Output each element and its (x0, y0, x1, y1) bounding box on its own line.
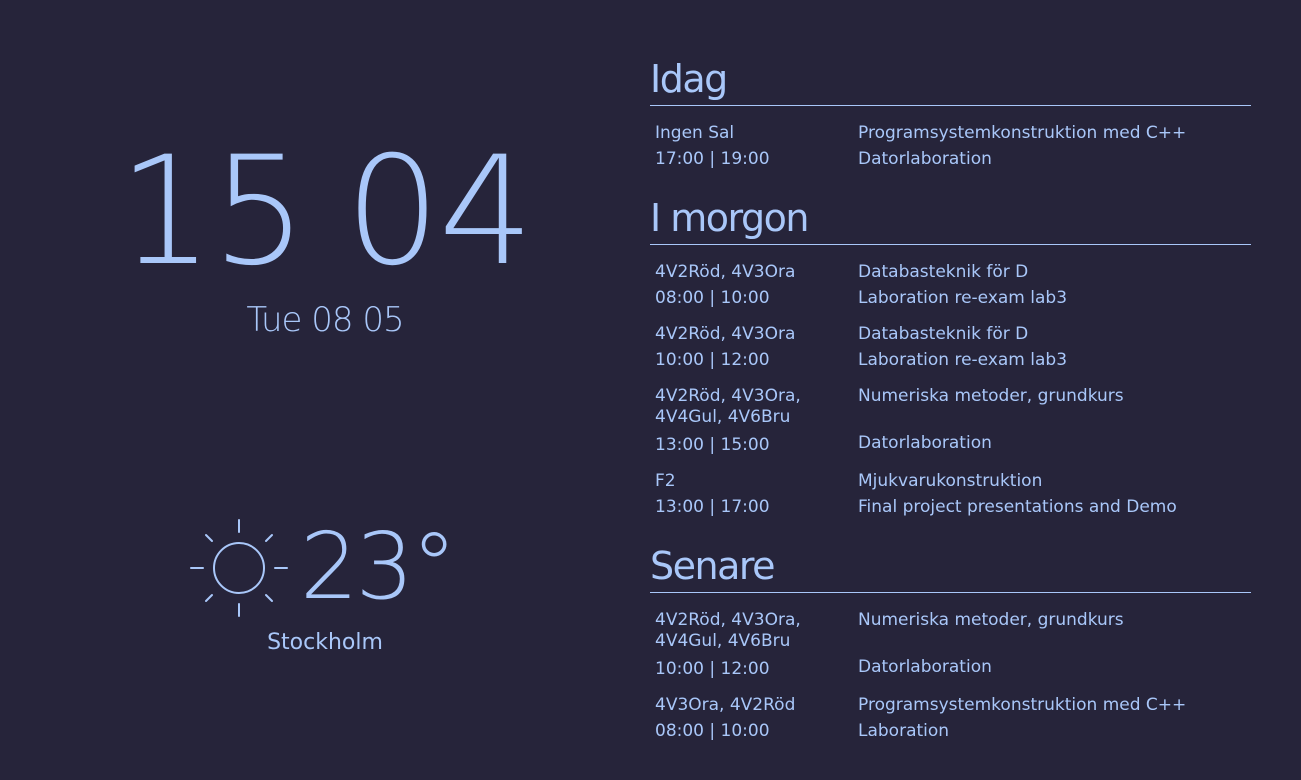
events-list-tomorrow: 4V2Röd, 4V3Ora 08:00 | 10:00 Databastekn… (650, 245, 1251, 542)
event-room: F2 (655, 471, 676, 491)
event-room: 4V2Röd, 4V3Ora, 4V4Gul, 4V6Bru (655, 386, 801, 427)
event-type: Datorlaboration (858, 149, 992, 169)
weather-widget: 23° (186, 515, 486, 625)
event-course: Databasteknik för D (858, 324, 1029, 344)
event-item: 4V2Röd, 4V3Ora, 4V4Gul, 4V6Bru 10:00 | 1… (650, 607, 1251, 682)
event-course: Numeriska metoder, grundkurs (858, 386, 1124, 406)
event-type: Laboration re-exam lab3 (858, 350, 1068, 370)
event-item: 4V2Röd, 4V3Ora 08:00 | 10:00 Databastekn… (650, 259, 1251, 311)
event-time: 08:00 | 10:00 (655, 721, 770, 741)
schedule-panel: Idag Ingen Sal 17:00 | 19:00 Programsyst… (650, 55, 1251, 766)
clock-display: 15 04 (0, 132, 650, 292)
event-item: F2 13:00 | 17:00 Mjukvarukonstruktion Fi… (650, 468, 1251, 520)
event-type: Laboration (858, 721, 950, 741)
event-room: Ingen Sal (655, 123, 735, 143)
event-type: Datorlaboration (858, 433, 992, 453)
section-title-today: Idag (650, 55, 1251, 106)
event-time: 10:00 | 12:00 (655, 350, 770, 370)
event-time: 08:00 | 10:00 (655, 288, 770, 308)
event-course: Programsystemkonstruktion med C++ (858, 123, 1187, 143)
city-name: Stockholm (267, 630, 383, 655)
event-room: 4V2Röd, 4V3Ora (655, 324, 796, 344)
event-item: 4V2Röd, 4V3Ora 10:00 | 12:00 Databastekn… (650, 321, 1251, 373)
event-type: Datorlaboration (858, 657, 992, 677)
events-list-today: Ingen Sal 17:00 | 19:00 Programsystemkon… (650, 106, 1251, 194)
section-later: Senare 4V2Röd, 4V3Ora, 4V4Gul, 4V6Bru 10… (650, 542, 1251, 766)
event-course: Databasteknik för D (858, 262, 1029, 282)
clock-hours: 15 (118, 125, 307, 299)
event-room: 4V2Röd, 4V3Ora (655, 262, 796, 282)
event-time: 13:00 | 17:00 (655, 497, 770, 517)
temperature: 23° (300, 513, 457, 620)
clock-weather-panel: 15 04 Tue 08 05 23° Stockholm (0, 0, 650, 780)
section-title-later: Senare (650, 542, 1251, 593)
event-course: Numeriska metoder, grundkurs (858, 610, 1124, 630)
date-display: Tue 08 05 (246, 300, 404, 340)
event-type: Final project presentations and Demo (858, 497, 1177, 517)
clock-minutes: 04 (345, 125, 534, 299)
section-title-tomorrow: I morgon (650, 194, 1251, 245)
event-item: 4V2Röd, 4V3Ora, 4V4Gul, 4V6Bru 13:00 | 1… (650, 383, 1251, 458)
event-time: 17:00 | 19:00 (655, 149, 770, 169)
event-type: Laboration re-exam lab3 (858, 288, 1068, 308)
section-today: Idag Ingen Sal 17:00 | 19:00 Programsyst… (650, 55, 1251, 194)
event-room: 4V2Röd, 4V3Ora, 4V4Gul, 4V6Bru (655, 610, 801, 651)
event-item: 4V3Ora, 4V2Röd 08:00 | 10:00 Programsyst… (650, 692, 1251, 744)
event-room: 4V3Ora, 4V2Röd (655, 695, 796, 715)
event-item: Ingen Sal 17:00 | 19:00 Programsystemkon… (650, 120, 1251, 172)
event-time: 10:00 | 12:00 (655, 659, 770, 679)
section-tomorrow: I morgon 4V2Röd, 4V3Ora 08:00 | 10:00 Da… (650, 194, 1251, 542)
event-time: 13:00 | 15:00 (655, 435, 770, 455)
sun-icon (190, 519, 288, 617)
event-course: Mjukvarukonstruktion (858, 471, 1043, 491)
event-course: Programsystemkonstruktion med C++ (858, 695, 1187, 715)
events-list-later: 4V2Röd, 4V3Ora, 4V4Gul, 4V6Bru 10:00 | 1… (650, 593, 1251, 766)
